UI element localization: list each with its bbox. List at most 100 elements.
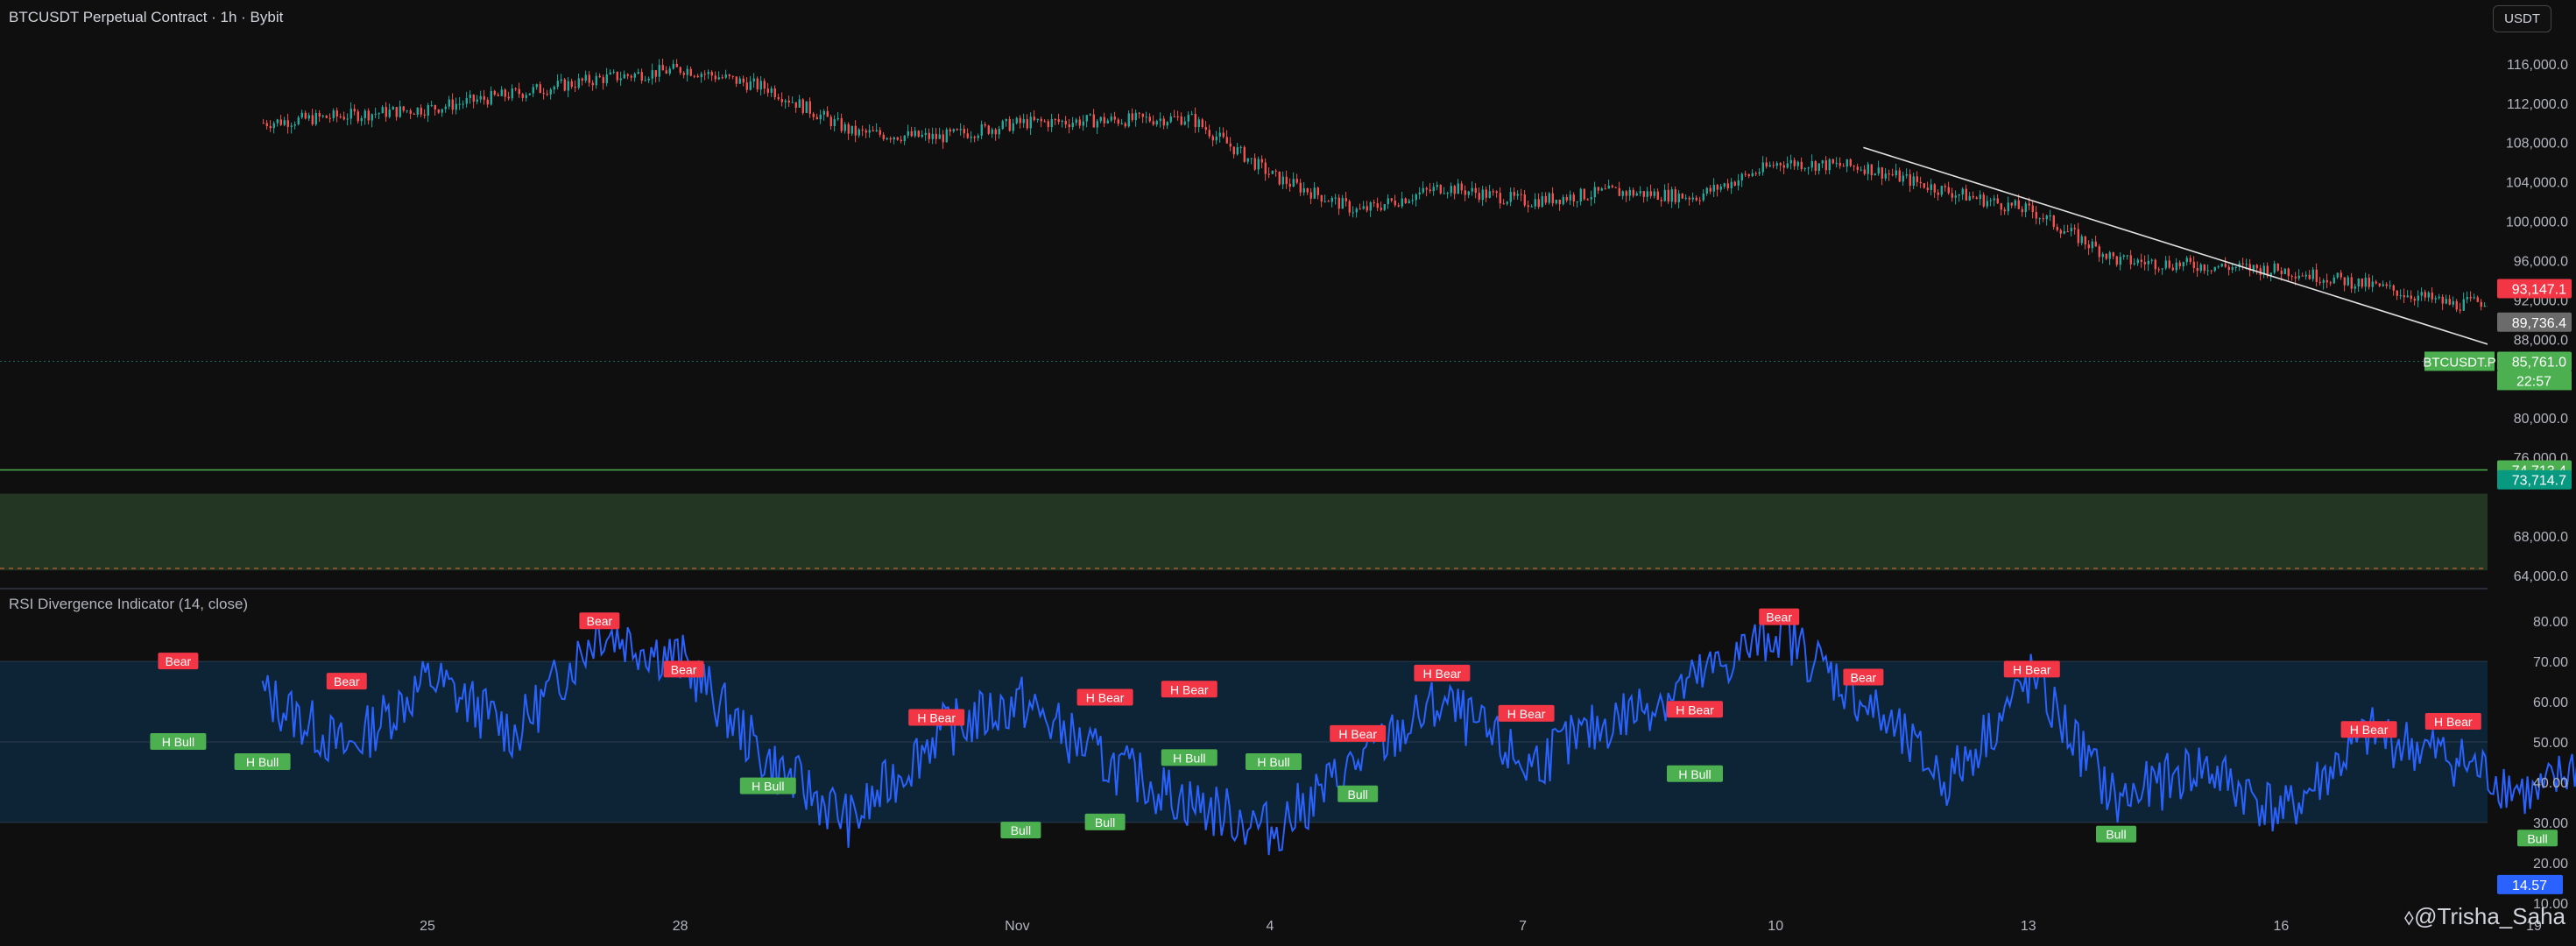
candle (2452, 300, 2454, 305)
candle (633, 74, 636, 78)
candle (1919, 181, 1922, 184)
candle (2336, 272, 2339, 278)
candle (1418, 192, 1421, 195)
candle (917, 131, 920, 138)
candle (2375, 281, 2377, 284)
candle (1695, 197, 1697, 201)
candle (1232, 146, 1235, 155)
candle (2340, 272, 2342, 278)
candle (1702, 193, 1704, 201)
candle (938, 134, 941, 139)
symbol-tag-text: BTCUSDT.P (2423, 355, 2495, 370)
candle (1285, 176, 1288, 184)
candle (2410, 295, 2412, 299)
candle (1471, 187, 1473, 192)
candle (1253, 158, 1256, 170)
candle (1457, 183, 1459, 194)
candle (304, 112, 307, 119)
candle (1323, 201, 1326, 202)
candle (2189, 258, 2191, 262)
candle (959, 129, 962, 131)
candle (1036, 118, 1039, 121)
candle (1029, 116, 1032, 129)
currency-button[interactable]: USDT (2493, 5, 2551, 32)
price-tick-label: 112,000.0 (2507, 97, 2568, 112)
candle (1061, 120, 1063, 122)
price-tick-label: 64,000.0 (2514, 569, 2568, 584)
candle (1996, 198, 1999, 204)
candle (798, 99, 801, 108)
candle (2077, 229, 2079, 244)
candle (1380, 208, 1382, 210)
bear-signal-label: H Bear (1676, 702, 1714, 717)
candle (1033, 116, 1035, 121)
candle (1183, 121, 1186, 125)
trading-chart[interactable]: Bearish Flag1h Divergence⚡116,000.0112,0… (0, 0, 2576, 942)
candle (805, 101, 808, 113)
candle (1744, 173, 1747, 175)
candle (1730, 181, 1733, 188)
candle (745, 82, 748, 90)
time-tick-label: Nov (1005, 919, 1029, 934)
candle (2206, 270, 2209, 272)
candle (556, 81, 559, 88)
candle (612, 71, 615, 73)
candle (462, 103, 464, 105)
candle (1110, 116, 1112, 121)
candle (2108, 252, 2111, 259)
candle (1947, 187, 1950, 194)
candle (2003, 209, 2006, 212)
candle (437, 109, 440, 113)
candle (1723, 183, 1726, 187)
candle (2133, 263, 2135, 265)
candle (1789, 159, 1792, 164)
candle (1215, 136, 1217, 141)
candle (1295, 179, 1298, 183)
price-label-text: 89,736.4 (2512, 316, 2566, 331)
candle (1677, 193, 1680, 202)
candle (1425, 187, 1428, 190)
candle (514, 88, 517, 89)
candle (283, 120, 286, 125)
candle (1096, 121, 1098, 128)
candle (626, 74, 629, 76)
candle (1684, 197, 1687, 199)
bear-signal-label: Bear (587, 614, 613, 628)
candle (2480, 301, 2482, 307)
candle (588, 74, 590, 83)
candle (455, 103, 457, 110)
candle (696, 75, 699, 78)
candle (1937, 192, 1939, 195)
candle (1429, 189, 1431, 192)
candle (1050, 119, 1053, 128)
candle (497, 95, 499, 96)
candle (1621, 191, 1624, 196)
candle (374, 113, 377, 115)
candle (1485, 189, 1487, 198)
candle (1288, 183, 1291, 187)
candle (1972, 195, 1974, 198)
candle (560, 79, 562, 81)
chart-canvas[interactable]: Bearish Flag1h Divergence⚡116,000.0112,0… (0, 0, 2576, 942)
candle (1516, 194, 1519, 196)
candle (980, 124, 983, 136)
candle (2161, 268, 2163, 270)
candle (1796, 161, 1799, 166)
candle (1008, 118, 1011, 131)
candle (367, 110, 370, 121)
candle (2276, 263, 2279, 271)
candle (787, 100, 790, 103)
candle (942, 134, 944, 143)
candle (686, 68, 688, 75)
candle (2115, 256, 2118, 265)
price-label-text: 85,761.0 (2512, 355, 2566, 370)
candle (924, 132, 927, 135)
candle (1926, 187, 1929, 190)
candle (931, 133, 934, 139)
candle (2084, 236, 2086, 245)
candle (2007, 202, 2009, 212)
candle (2469, 297, 2472, 299)
candle (1467, 191, 1470, 195)
candle (1401, 198, 1403, 207)
candle (581, 78, 583, 81)
